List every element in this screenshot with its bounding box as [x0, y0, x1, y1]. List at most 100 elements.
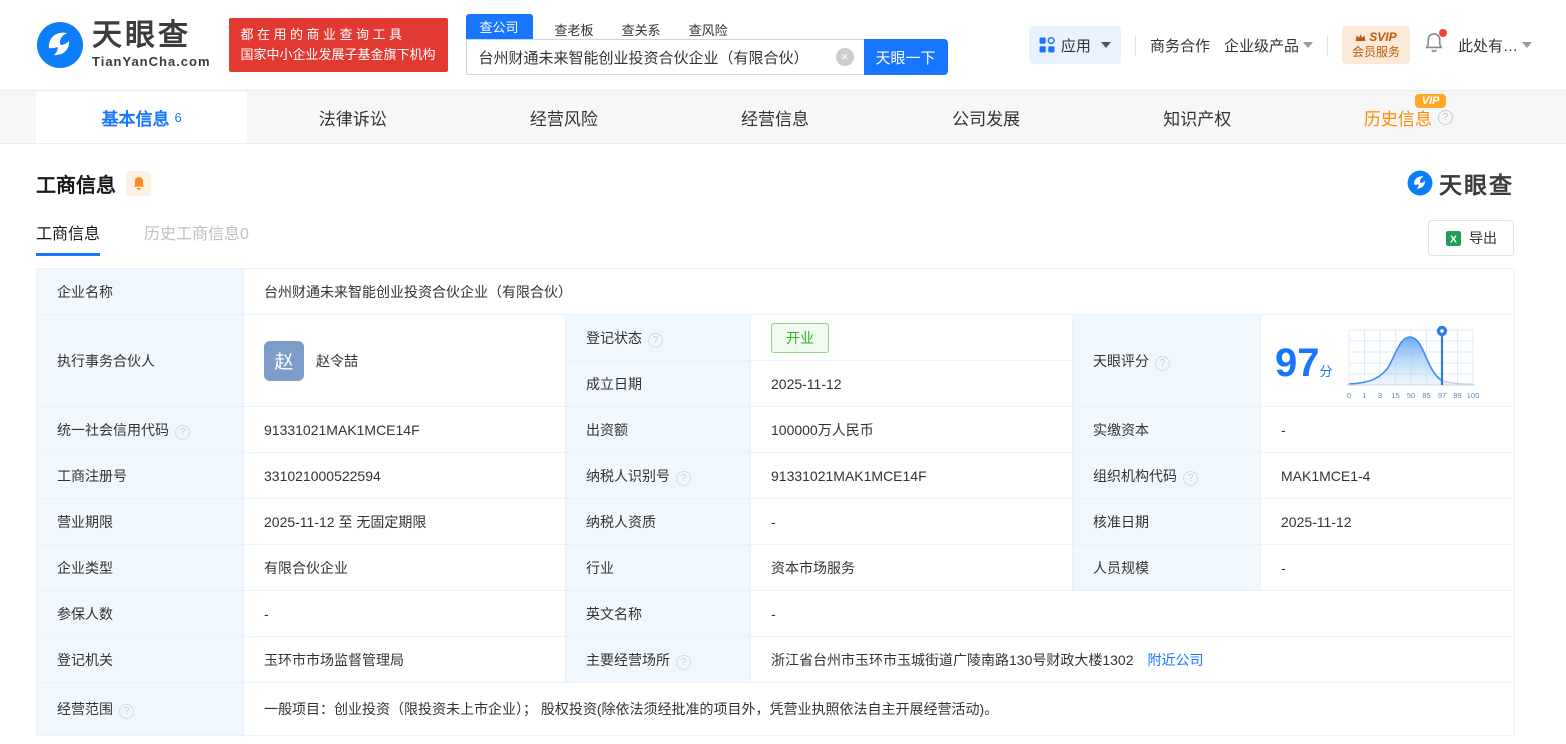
- business-scope-label: 经营范围: [57, 701, 113, 717]
- export-label: 导出: [1469, 230, 1497, 246]
- company-type-label: 企业类型: [57, 559, 113, 576]
- tab-legal-proceedings[interactable]: 法律诉讼: [247, 91, 458, 143]
- svg-text:85: 85: [1422, 391, 1430, 400]
- paid-capital-value: -: [1281, 421, 1286, 438]
- notifications-button[interactable]: [1424, 29, 1447, 58]
- apps-label: 应用: [1060, 37, 1091, 55]
- registration-authority-label: 登记机关: [57, 651, 113, 668]
- svg-text:100: 100: [1466, 391, 1478, 400]
- tab-business-info[interactable]: 经营信息: [669, 91, 880, 143]
- svg-text:3: 3: [1377, 391, 1381, 400]
- table-row: 工商注册号 331021000522594 纳税人识别号 91331021MAK…: [36, 452, 1516, 499]
- help-icon[interactable]: [1155, 355, 1170, 371]
- promo-banner: 都在用的商业查询工具 国家中小企业发展子基金旗下机构: [228, 17, 448, 73]
- vip-badge: VIP: [1414, 94, 1447, 108]
- business-info-table: 企业名称 台州财通未来智能创业投资合伙企业（有限合伙） 执行事务合伙人 赵 赵令…: [36, 268, 1516, 736]
- help-icon[interactable]: [1183, 470, 1198, 486]
- tab-history-info[interactable]: VIP 历史信息: [1303, 91, 1514, 143]
- company-name-label: 企业名称: [57, 283, 113, 300]
- apps-grid-icon: [1039, 37, 1055, 53]
- watermark-text: 天眼查: [1439, 172, 1514, 198]
- help-icon[interactable]: [676, 470, 691, 486]
- industry-value: 资本市场服务: [771, 559, 855, 576]
- clear-search-icon[interactable]: [835, 48, 854, 66]
- search-input[interactable]: [465, 39, 864, 75]
- search-tab-company[interactable]: 查公司: [465, 14, 533, 39]
- partner-name-link[interactable]: 赵令喆: [316, 351, 358, 371]
- registration-authority-value: 玉环市市场监督管理局: [264, 651, 404, 668]
- subtab-history-registration[interactable]: 历史工商信息0: [144, 220, 249, 256]
- help-icon[interactable]: [648, 332, 663, 348]
- tianyancha-logo-icon: [1407, 170, 1433, 196]
- registration-number-value: 331021000522594: [264, 467, 381, 484]
- help-icon[interactable]: [676, 654, 691, 670]
- registration-status-label: 登记状态: [586, 329, 642, 346]
- account-menu[interactable]: 此处有…: [1458, 35, 1532, 56]
- table-row: 经营范围 一般项目：创业投资（限投资未上市企业）； 股权投资(除依法须经批准的项…: [36, 682, 1516, 736]
- paid-capital-label: 实缴资本: [1093, 421, 1149, 438]
- bell-icon: [133, 176, 144, 190]
- tab-company-development[interactable]: 公司发展: [881, 91, 1092, 143]
- tab-label: 经营风险: [529, 109, 598, 129]
- taxpayer-id-label: 纳税人识别号: [586, 467, 670, 484]
- search-area: 查公司 查老板 查关系 查风险 天眼一下: [465, 14, 948, 75]
- score-number: 97: [1275, 340, 1320, 385]
- uscc-value: 91331021MAK1MCE14F: [264, 421, 420, 438]
- tab-label: 基本信息: [101, 109, 170, 129]
- svg-text:97: 97: [1437, 391, 1445, 400]
- logo-domain: TianYanCha.com: [92, 54, 211, 69]
- company-nav-tabs: 基本信息 6 法律诉讼 经营风险 经营信息 公司发展 知识产权 VIP 历史信息: [0, 91, 1566, 144]
- establish-date-label: 成立日期: [586, 375, 642, 392]
- caret-down-icon: [1100, 42, 1111, 48]
- enterprise-products-label: 企业级产品: [1223, 37, 1299, 55]
- account-label: 此处有…: [1457, 37, 1518, 55]
- staff-size-value: -: [1281, 559, 1286, 576]
- business-scope-value: 一般项目：创业投资（限投资未上市企业）； 股权投资(除依法须经批准的项目外，凭营…: [264, 701, 999, 717]
- org-code-value: MAK1MCE1-4: [1281, 467, 1371, 484]
- status-badge: 开业: [771, 322, 829, 353]
- staff-size-label: 人员规模: [1093, 559, 1149, 576]
- caret-down-icon: [1522, 42, 1532, 48]
- table-row: 登记机关 玉环市市场监督管理局 主要经营场所 浙江省台州市玉环市玉城街道广陵南路…: [36, 636, 1516, 683]
- nearby-companies-link[interactable]: 附近公司: [1148, 652, 1204, 668]
- enterprise-products-menu[interactable]: 企业级产品: [1224, 35, 1313, 56]
- score-distribution-chart: 0 1 3 15 50 85 97 99 100: [1346, 325, 1479, 400]
- table-row: 营业期限 2025-11-12 至 无固定期限 纳税人资质 - 核准日期 202…: [36, 498, 1516, 545]
- tab-label: 知识产权: [1163, 109, 1232, 129]
- tab-intellectual-property[interactable]: 知识产权: [1092, 91, 1303, 143]
- help-icon[interactable]: [1437, 109, 1453, 125]
- svip-sublabel: 会员服务: [1351, 45, 1400, 59]
- tianyancha-logo-icon: [37, 22, 83, 68]
- tab-basic-info[interactable]: 基本信息 6: [36, 91, 248, 143]
- business-coop-link[interactable]: 商务合作: [1150, 35, 1210, 56]
- help-icon[interactable]: [175, 424, 190, 440]
- uscc-label: 统一社会信用代码: [57, 421, 169, 438]
- search-tab-boss[interactable]: 查老板: [555, 20, 594, 39]
- svg-text:X: X: [1450, 234, 1457, 245]
- notification-red-dot: [1438, 29, 1447, 37]
- divider: [1134, 35, 1136, 55]
- svip-membership-button[interactable]: SVIP 会员服务: [1341, 26, 1410, 64]
- english-name-label: 英文名称: [586, 605, 642, 622]
- export-button[interactable]: X 导出: [1428, 220, 1514, 256]
- taxpayer-id-value: 91331021MAK1MCE14F: [771, 467, 927, 484]
- search-tab-relation[interactable]: 查关系: [622, 20, 661, 39]
- logo-title: 天眼查: [92, 19, 191, 52]
- tianyan-score: 97分 0 1 3 15 50 85 97 99 100: [1269, 318, 1504, 404]
- search-tab-risk[interactable]: 查风险: [689, 20, 728, 39]
- partner-avatar[interactable]: 赵: [264, 340, 304, 381]
- table-row: 参保人数 - 英文名称 -: [36, 590, 1516, 637]
- approval-date-label: 核准日期: [1093, 513, 1149, 530]
- tab-operation-risk[interactable]: 经营风险: [458, 91, 669, 143]
- tab-label: 法律诉讼: [318, 109, 387, 129]
- search-button[interactable]: 天眼一下: [863, 39, 948, 75]
- caret-down-icon: [1302, 42, 1313, 48]
- svg-text:15: 15: [1391, 391, 1399, 400]
- business-term-label: 营业期限: [57, 513, 113, 530]
- english-name-value: -: [771, 605, 776, 622]
- subtab-business-registration[interactable]: 工商信息: [36, 220, 101, 256]
- apps-menu[interactable]: 应用: [1028, 26, 1121, 64]
- help-icon[interactable]: [119, 704, 134, 719]
- tianyancha-logo[interactable]: 天眼查 TianYanCha.com: [36, 21, 211, 69]
- subscribe-bell-button[interactable]: [126, 170, 151, 196]
